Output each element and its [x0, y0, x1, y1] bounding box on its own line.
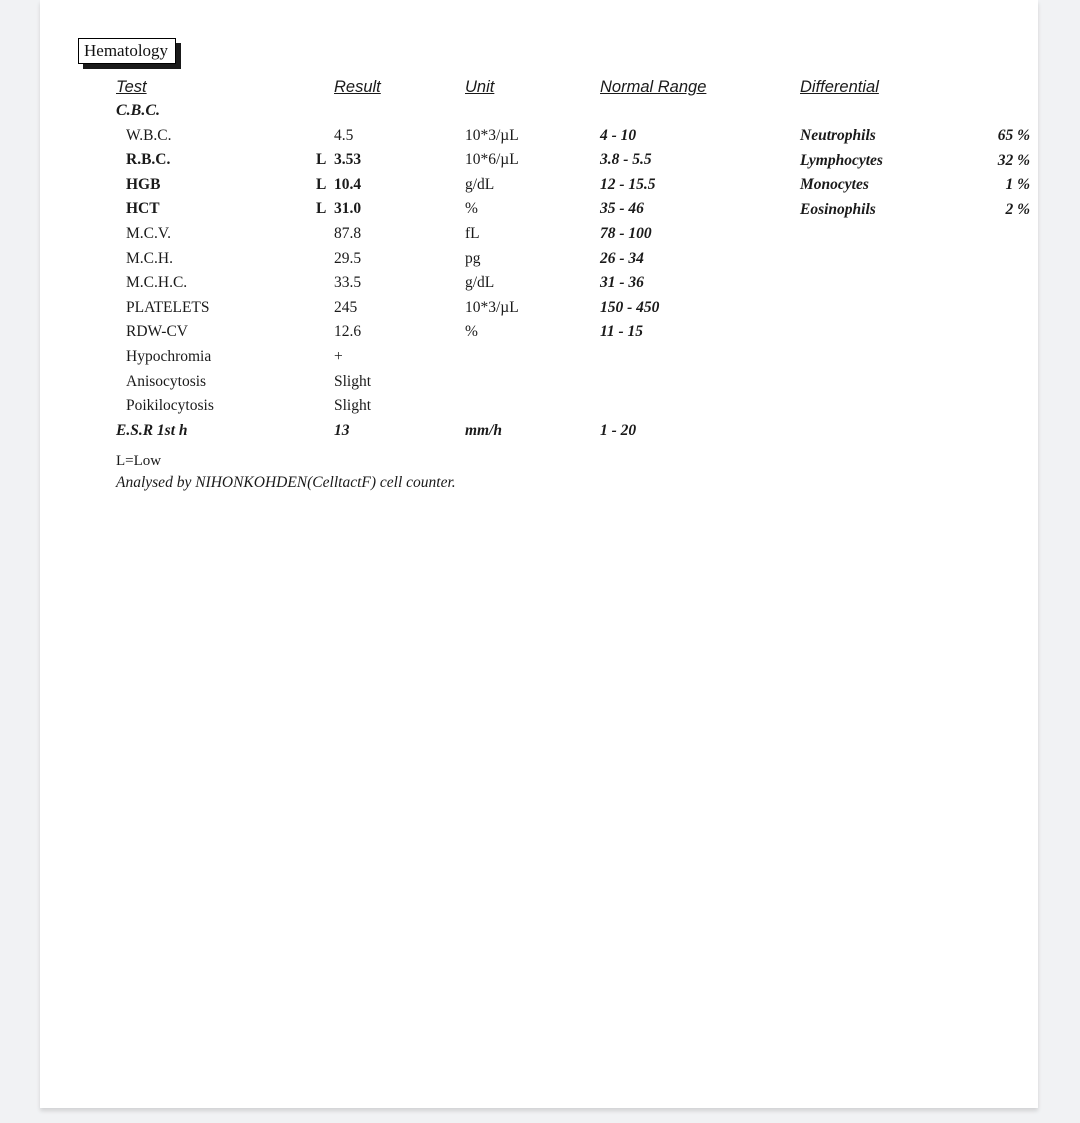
header-result: Result	[334, 78, 381, 96]
differential-name: Neutrophils	[800, 127, 876, 144]
report-page: Hematology Test Result Unit Normal Range…	[40, 0, 1038, 1108]
table-row: Hypochromia +	[40, 347, 1038, 372]
title-box-label: Hematology	[78, 38, 177, 64]
cell-range: 31 - 36	[600, 274, 644, 292]
cell-unit: 10*3/µL	[465, 298, 519, 316]
differential-row: Monocytes 1 %	[40, 175, 1038, 200]
table-row: M.C.H. 29.5 pg 26 - 34	[40, 249, 1038, 274]
column-header-row: Test Result Unit Normal Range Differenti…	[40, 78, 1038, 100]
table-row: Poikilocytosis Slight	[40, 396, 1038, 421]
cell-range: 11 - 15	[600, 323, 644, 341]
differential-row: Eosinophils 2 %	[40, 200, 1038, 225]
cell-result: Slight	[334, 397, 372, 415]
cell-result: 12.6	[334, 323, 362, 341]
cell-result: 245	[334, 298, 358, 316]
esr-unit: mm/h	[465, 421, 503, 439]
esr-test: E.S.R 1st h	[116, 421, 188, 439]
cell-unit: fL	[465, 224, 480, 242]
cell-result: 87.8	[334, 224, 362, 242]
differential-row: Neutrophils 65 %	[40, 126, 1038, 151]
table-row: M.C.H.C. 33.5 g/dL 31 - 36	[40, 273, 1038, 298]
cell-test: Hypochromia	[126, 347, 212, 365]
cell-result: 33.5	[334, 274, 362, 292]
cell-unit: pg	[465, 249, 481, 267]
header-normal-range: Normal Range	[600, 78, 707, 96]
differential-row: Lymphocytes 32 %	[40, 151, 1038, 176]
header-unit: Unit	[465, 78, 495, 96]
cell-unit: %	[465, 323, 478, 341]
cell-test: M.C.V.	[126, 224, 171, 242]
cell-range: 26 - 34	[600, 249, 644, 267]
header-test: Test	[116, 78, 147, 96]
differential-value: 32 %	[997, 151, 1030, 169]
differential-panel: Neutrophils 65 % Lymphocytes 32 % Monocytes 1…	[40, 126, 1038, 224]
differential-value: 65 %	[997, 127, 1030, 144]
report-notes: L=Low Analysed by NIHONKOHDEN(CelltactF)…	[116, 450, 456, 494]
cell-range: 150 - 450	[600, 298, 660, 316]
cell-test: RDW-CV	[126, 323, 188, 341]
differential-name: Eosinophils	[800, 200, 876, 218]
differential-name: Monocytes	[800, 176, 869, 194]
cell-test: PLATELETS	[126, 298, 210, 316]
table-row-esr: E.S.R 1st h 13 mm/h 1 - 20	[40, 421, 1038, 446]
esr-range: 1 - 20	[600, 421, 637, 439]
differential-name: Lymphocytes	[800, 151, 883, 169]
note-analyser: Analysed by NIHONKOHDEN(CelltactF) cell …	[116, 474, 456, 491]
cell-test: Anisocytosis	[126, 372, 207, 390]
cell-result: 29.5	[334, 249, 362, 267]
esr-result: 13	[334, 421, 350, 439]
note-legend: L=Low	[116, 453, 162, 469]
differential-value: 2 %	[1005, 200, 1030, 218]
cell-test: Poikilocytosis	[126, 397, 214, 415]
cell-range: 78 - 100	[600, 224, 652, 242]
cell-result: Slight	[334, 372, 372, 390]
cell-unit: g/dL	[465, 274, 495, 292]
table-row: M.C.V. 87.8 fL 78 - 100	[40, 224, 1038, 249]
header-differential: Differential	[800, 78, 879, 96]
cell-result: +	[334, 347, 343, 365]
cell-test: M.C.H.	[126, 249, 173, 267]
table-row: Anisocytosis Slight	[40, 372, 1038, 397]
hematology-title-box: Hematology	[78, 38, 182, 69]
differential-value: 1 %	[1005, 176, 1030, 194]
cell-test: M.C.H.C.	[126, 274, 188, 292]
table-row: RDW-CV 12.6% 11 - 15	[40, 322, 1038, 347]
group-label: C.B.C.	[116, 102, 161, 119]
table-row: PLATELETS 245 10*3/µL 150 - 450	[40, 298, 1038, 323]
cbc-group-heading: C.B.C.	[40, 101, 1038, 126]
